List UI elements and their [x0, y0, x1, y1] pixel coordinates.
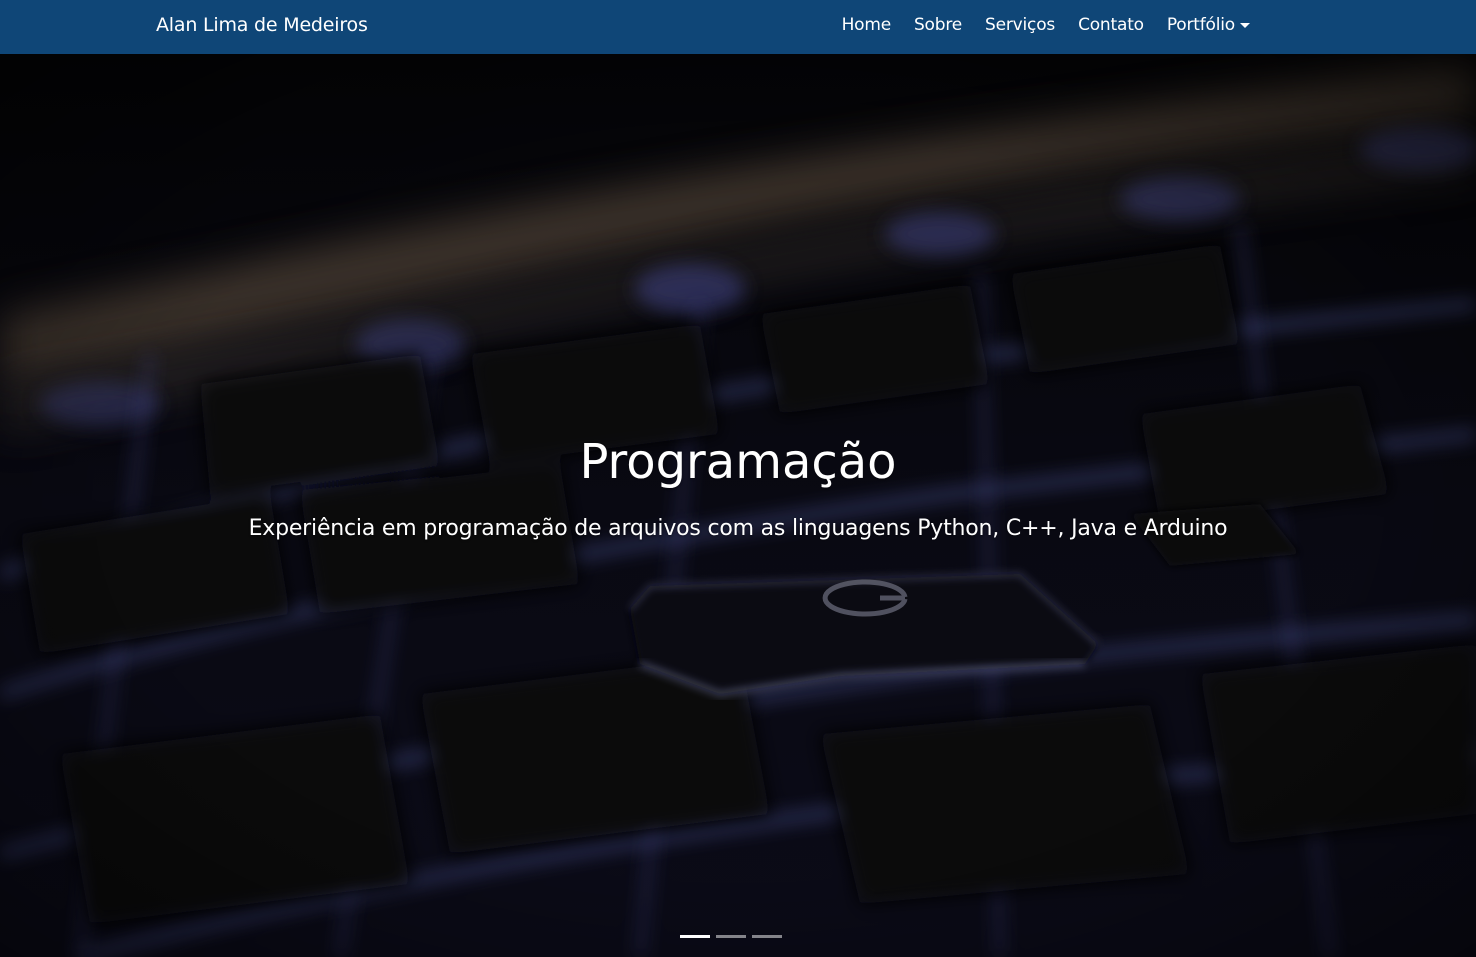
carousel-caption: Programação Experiência em programação d… [0, 434, 1476, 541]
slide-title: Programação [579, 434, 897, 490]
nav-menu: Home Sobre Serviços Contato Portfólio [819, 0, 1250, 50]
nav-link-home[interactable]: Home [842, 0, 892, 50]
carousel-indicators [0, 935, 1476, 938]
carousel-indicator-2[interactable] [716, 935, 746, 938]
navbar-brand[interactable]: Alan Lima de Medeiros [156, 0, 368, 50]
nav-dropdown-portfolio[interactable]: Portfólio [1167, 0, 1250, 50]
carousel-indicator-3[interactable] [752, 935, 782, 938]
nav-link-servicos[interactable]: Serviços [985, 0, 1055, 50]
nav-dropdown-portfolio-label: Portfólio [1166, 15, 1235, 35]
caret-down-icon [1240, 22, 1250, 28]
nav-link-contato[interactable]: Contato [1078, 0, 1144, 50]
slide-description: Experiência em programação de arquivos c… [248, 516, 1228, 541]
carousel-indicator-1[interactable] [680, 935, 710, 938]
top-navbar: Alan Lima de Medeiros Home Sobre Serviço… [0, 0, 1476, 54]
hero-carousel: Programação Experiência em programação d… [0, 54, 1476, 957]
nav-link-sobre[interactable]: Sobre [914, 0, 962, 50]
